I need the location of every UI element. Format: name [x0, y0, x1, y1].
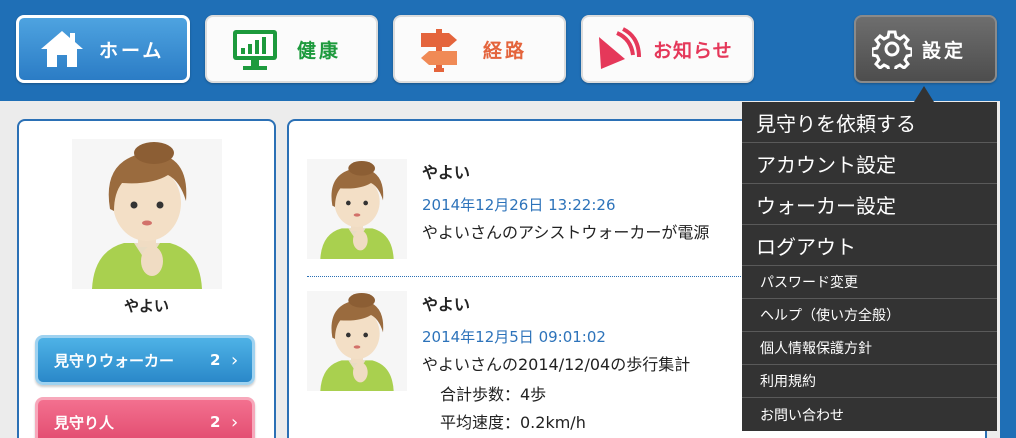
watchers-label: 見守り人	[54, 413, 115, 432]
dropdown-caret	[914, 86, 934, 102]
feed-user-name: やよい	[422, 295, 471, 314]
menu-item-contact[interactable]: お問い合わせ	[742, 398, 997, 431]
menu-item-request-watch[interactable]: 見守りを依頼する	[742, 102, 997, 143]
avatar	[72, 139, 222, 289]
news-label: お知らせ	[653, 39, 733, 62]
watch-walker-button[interactable]: 見守りウォーカー 2 ›	[35, 335, 255, 385]
menu-item-walker-settings[interactable]: ウォーカー設定	[742, 184, 997, 225]
feed-user-name: やよい	[422, 163, 471, 182]
route-button[interactable]: 経路	[393, 15, 566, 83]
settings-button[interactable]: 設定	[854, 15, 997, 83]
profile-panel: やよい 見守りウォーカー 2 › 見守り人 2 ›	[17, 119, 276, 438]
settings-dropdown-menu: 見守りを依頼する アカウント設定 ウォーカー設定 ログアウト パスワード変更 ヘ…	[742, 102, 997, 431]
home-button[interactable]: ホーム	[16, 15, 190, 83]
home-label: ホーム	[99, 39, 165, 62]
route-label: 経路	[483, 39, 528, 62]
watch-walker-count: 2	[210, 351, 221, 369]
right-edge-strip	[1000, 101, 1016, 438]
watch-walker-label: 見守りウォーカー	[54, 351, 175, 370]
signpost-icon	[421, 29, 457, 72]
menu-item-help[interactable]: ヘルプ（使い方全般）	[742, 299, 997, 332]
news-button[interactable]: お知らせ	[581, 15, 754, 83]
health-label: 健康	[297, 39, 342, 62]
avatar	[307, 291, 407, 391]
feed-message: やよいさんの2014/12/04の歩行集計	[422, 355, 691, 374]
settings-label: 設定	[922, 39, 967, 62]
house-icon	[41, 31, 83, 67]
menu-item-privacy-policy[interactable]: 個人情報保護方針	[742, 332, 997, 365]
menu-item-account-settings[interactable]: アカウント設定	[742, 143, 997, 184]
watchers-button[interactable]: 見守り人 2 ›	[35, 397, 255, 438]
monitor-chart-icon	[233, 30, 277, 70]
avatar	[307, 159, 407, 259]
feed-average-speed: 平均速度：0.2km/h	[440, 413, 586, 432]
menu-item-change-password[interactable]: パスワード変更	[742, 266, 997, 299]
chevron-right-icon: ›	[231, 349, 239, 371]
menu-item-terms[interactable]: 利用規約	[742, 365, 997, 398]
top-nav-bar: ホーム 健康 経路 お知らせ 設定	[0, 0, 1016, 101]
megaphone-icon	[599, 27, 641, 69]
watchers-count: 2	[210, 413, 221, 431]
feed-timestamp: 2014年12月26日 13:22:26	[422, 196, 616, 214]
health-button[interactable]: 健康	[205, 15, 378, 83]
feed-step-count: 合計歩数：4歩	[440, 385, 547, 404]
gear-icon	[872, 30, 912, 69]
feed-timestamp: 2014年12月5日 09:01:02	[422, 328, 606, 346]
profile-name: やよい	[123, 297, 169, 315]
feed-message: やよいさんのアシストウォーカーが電源	[422, 223, 710, 242]
chevron-right-icon: ›	[231, 411, 239, 433]
menu-item-logout[interactable]: ログアウト	[742, 225, 997, 266]
